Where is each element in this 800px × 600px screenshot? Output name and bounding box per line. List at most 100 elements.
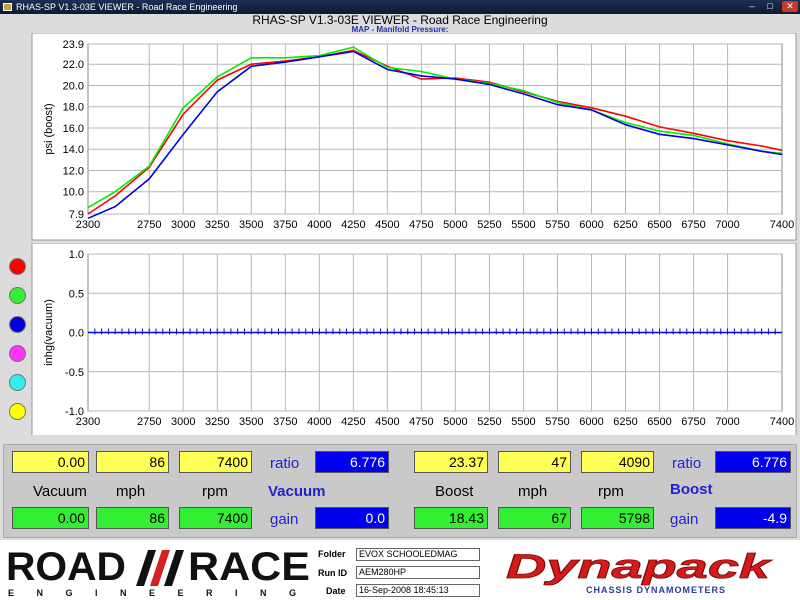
runid-label: Run ID (318, 568, 347, 578)
x-tick-label: 6250 (613, 219, 637, 231)
x-tick-label: 5750 (545, 416, 569, 428)
legend-dot[interactable] (9, 258, 26, 275)
x-tick-label: 7000 (715, 416, 739, 428)
vacuum-label: Vacuum (33, 483, 87, 500)
boost-peak-mph-field[interactable]: 67 (498, 507, 571, 529)
x-tick-label: 5000 (443, 416, 467, 428)
x-tick-label: 4750 (409, 219, 433, 231)
x-tick-label: 7400 (770, 416, 794, 428)
vacuum-mph-label: mph (116, 483, 146, 500)
date-field[interactable]: 16-Sep-2008 18:45:13 (356, 584, 480, 597)
x-tick-label: 4250 (341, 219, 365, 231)
x-tick-label: 3250 (205, 219, 229, 231)
vacuum-value-field[interactable]: 0.00 (12, 451, 89, 473)
x-tick-label: 3000 (171, 416, 195, 428)
vacuum-rpm-label: rpm (202, 483, 228, 500)
x-tick-label: 2750 (137, 219, 161, 231)
dynapack-brand-text: Dynapack (506, 548, 773, 586)
x-tick-label: 6500 (647, 416, 671, 428)
boost-peak-rpm-field[interactable]: 5798 (581, 507, 654, 529)
x-tick-label: 7400 (770, 219, 794, 231)
vacuum-ratio-label: ratio (270, 455, 300, 472)
boost-value-field[interactable]: 23.37 (414, 451, 488, 473)
x-tick-label: 6500 (647, 219, 671, 231)
dynapack-logo: Dynapack CHASSIS DYNAMOMETERS (506, 548, 774, 595)
x-tick-label: 7000 (715, 219, 739, 231)
legend-dot[interactable] (9, 374, 26, 391)
boost-gain-field[interactable]: -4.9 (715, 507, 791, 529)
vacuum-min-mph-field[interactable]: 86 (96, 507, 169, 529)
x-tick-label: 6750 (681, 416, 705, 428)
folder-label: Folder (318, 549, 346, 559)
x-tick-label: 6250 (613, 416, 637, 428)
vacuum-mph-field[interactable]: 86 (96, 451, 169, 473)
dynapack-tagline-text: CHASSIS DYNAMOMETERS (586, 585, 726, 595)
x-tick-label: 4000 (307, 416, 331, 428)
vacuum-heading: Vacuum (268, 483, 326, 500)
vacuum-gain-label: gain (270, 511, 299, 528)
y-tick-label: 0.5 (69, 288, 84, 300)
date-label: Date (326, 586, 346, 596)
maximize-button[interactable]: □ (762, 1, 778, 12)
window-title: RHAS-SP V1.3-03E VIEWER - Road Race Engi… (16, 2, 238, 12)
legend-dot[interactable] (9, 316, 26, 333)
footer: ROAD RACE ENGINEERING Folder EVOX SCHOOL… (0, 540, 800, 600)
runid-field[interactable]: AEM280HP (356, 566, 480, 579)
y-tick-label: 10.0 (63, 187, 84, 199)
y-tick-label: -1.0 (65, 406, 84, 418)
boost-ratio-label: ratio (672, 455, 702, 472)
boost-mph-field[interactable]: 47 (498, 451, 571, 473)
data-panel: 0.00 86 7400 ratio 6.776 Vacuum mph rpm … (3, 444, 797, 538)
title-bar: RHAS-SP V1.3-03E VIEWER - Road Race Engi… (0, 0, 800, 14)
x-tick-label: 5250 (477, 219, 501, 231)
x-tick-label: 3750 (273, 219, 297, 231)
plot-area (87, 43, 783, 215)
folder-field[interactable]: EVOX SCHOOLEDMAG (356, 548, 480, 561)
boost-rpm-field[interactable]: 4090 (581, 451, 654, 473)
vacuum-min-rpm-field[interactable]: 7400 (179, 507, 252, 529)
x-tick-label: 6750 (681, 219, 705, 231)
viewer-window: RHAS-SP V1.3-03E VIEWER - Road Race Engi… (0, 0, 800, 600)
boost-heading: Boost (670, 481, 713, 498)
boost-ratio-field[interactable]: 6.776 (715, 451, 791, 473)
x-tick-label: 3750 (273, 416, 297, 428)
y-tick-label: 14.0 (63, 144, 84, 156)
vacuum-gain-field[interactable]: 0.0 (315, 507, 389, 529)
x-tick-label: 4000 (307, 219, 331, 231)
y-tick-label: 16.0 (63, 123, 84, 135)
y-tick-label: -0.5 (65, 367, 84, 379)
boost-label: Boost (435, 483, 474, 500)
x-tick-label: 4500 (375, 416, 399, 428)
minimize-button[interactable]: – (744, 1, 760, 12)
boost-peak-field[interactable]: 18.43 (414, 507, 488, 529)
legend-dot[interactable] (9, 287, 26, 304)
y-tick-label: 12.0 (63, 165, 84, 177)
y-tick-label: 0.0 (69, 328, 84, 340)
vacuum-chart: 2300 2750 3000 3250 3500 3750 4000 4250 4500 4750… (31, 243, 797, 435)
vacuum-rpm-field[interactable]: 7400 (179, 451, 252, 473)
x-tick-label: 3000 (171, 219, 195, 231)
logo-race-text: RACE (188, 545, 310, 589)
x-tick-label: 5250 (477, 416, 501, 428)
vacuum-min-field[interactable]: 0.00 (12, 507, 89, 529)
y-tick-label: 23.9 (63, 39, 84, 51)
vacuum-ratio-field[interactable]: 6.776 (315, 451, 389, 473)
y-axis-label: psi (boost) (43, 103, 55, 154)
x-tick-label: 5500 (511, 416, 535, 428)
x-tick-label: 5500 (511, 219, 535, 231)
boost-rpm-label: rpm (598, 483, 624, 500)
legend-dot[interactable] (9, 345, 26, 362)
road-race-logo: ROAD RACE ENGINEERING (6, 545, 310, 598)
close-button[interactable]: ✕ (782, 1, 798, 12)
x-tick-label: 5000 (443, 219, 467, 231)
y-tick-label: 20.0 (63, 80, 84, 92)
x-tick-label: 2750 (137, 416, 161, 428)
y-tick-label: 22.0 (63, 59, 84, 71)
x-tick-label: 3500 (239, 219, 263, 231)
y-tick-label: 7.9 (69, 209, 84, 221)
logo-engineering-text: ENGINEERING (8, 588, 308, 598)
x-tick-label: 3250 (205, 416, 229, 428)
y-tick-label: 1.0 (69, 249, 84, 261)
legend-dot[interactable] (9, 403, 26, 420)
y-axis-label: inhg(vacuum) (43, 299, 55, 366)
